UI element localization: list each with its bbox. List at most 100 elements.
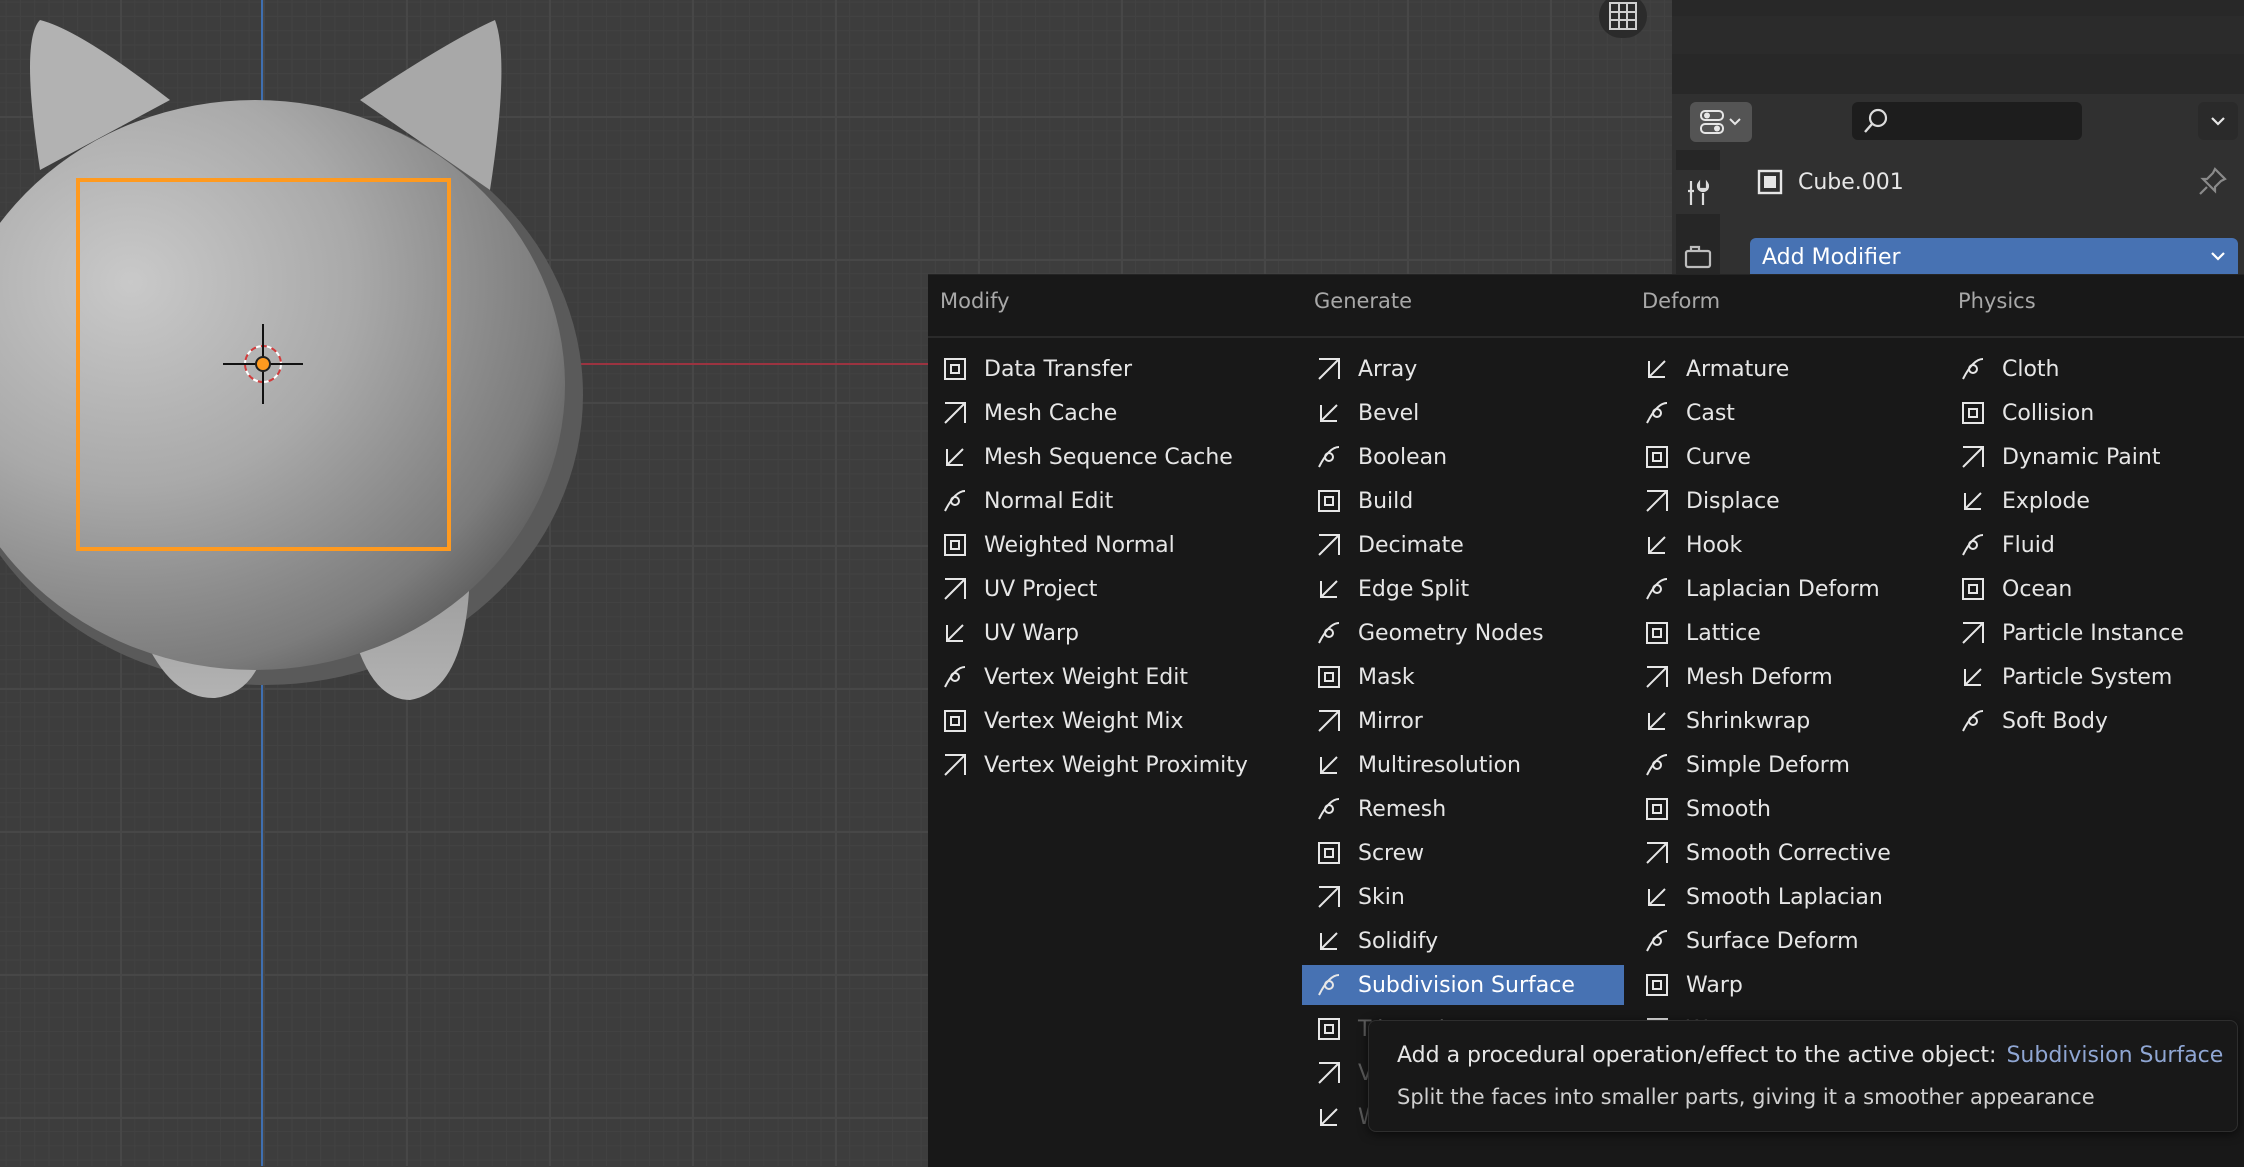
smooth-corrective-icon	[1642, 838, 1672, 868]
hook-icon	[1642, 530, 1672, 560]
triangulate-icon	[1314, 1014, 1344, 1044]
menu-item-build[interactable]: Build	[1302, 481, 1624, 521]
curve-icon	[1642, 442, 1672, 472]
editor-type-button[interactable]	[1690, 102, 1752, 142]
render-icon	[1683, 241, 1713, 271]
menu-item-collision[interactable]: Collision	[1946, 393, 2244, 433]
menu-item-solidify[interactable]: Solidify	[1302, 921, 1624, 961]
tooltip-description: Add a procedural operation/effect to the…	[1397, 1043, 2224, 1068]
menu-item-weighted-normal[interactable]: Weighted Normal	[928, 525, 1288, 565]
menu-item-mesh-cache[interactable]: Mesh Cache	[928, 393, 1288, 433]
menu-item-vertex-weight-proximity[interactable]: Vertex Weight Proximity	[928, 745, 1288, 785]
menu-item-cast[interactable]: Cast	[1630, 393, 1946, 433]
menu-item-array[interactable]: Array	[1302, 349, 1624, 389]
pin-icon[interactable]	[2198, 166, 2228, 196]
menu-item-dynamic-paint[interactable]: Dynamic Paint	[1946, 437, 2244, 477]
options-dropdown-button[interactable]	[2198, 102, 2238, 140]
tooltip-operator: Subdivision Surface	[2006, 1043, 2224, 1068]
mesh-cache-icon	[940, 398, 970, 428]
menu-item-label: Normal Edit	[984, 488, 1114, 514]
menu-item-decimate[interactable]: Decimate	[1302, 525, 1624, 565]
uv-project-icon	[940, 574, 970, 604]
build-icon	[1314, 486, 1344, 516]
menu-item-vertex-weight-edit[interactable]: Vertex Weight Edit	[928, 657, 1288, 697]
menu-item-cloth[interactable]: Cloth	[1946, 349, 2244, 389]
menu-item-simple-deform[interactable]: Simple Deform	[1630, 745, 1946, 785]
menu-item-shrinkwrap[interactable]: Shrinkwrap	[1630, 701, 1946, 741]
menu-item-bevel[interactable]: Bevel	[1302, 393, 1624, 433]
menu-item-label: UV Project	[984, 576, 1098, 602]
menu-item-mask[interactable]: Mask	[1302, 657, 1624, 697]
tool-icon	[1683, 177, 1713, 207]
menu-item-soft-body[interactable]: Soft Body	[1946, 701, 2244, 741]
vertex-weight-edit-icon	[940, 662, 970, 692]
tab-render[interactable]	[1676, 234, 1720, 278]
menu-item-multiresolution[interactable]: Multiresolution	[1302, 745, 1624, 785]
menu-item-mesh-sequence-cache[interactable]: Mesh Sequence Cache	[928, 437, 1288, 477]
menu-item-screw[interactable]: Screw	[1302, 833, 1624, 873]
menu-item-label: Smooth	[1686, 796, 1771, 822]
menu-item-particle-instance[interactable]: Particle Instance	[1946, 613, 2244, 653]
menu-item-particle-system[interactable]: Particle System	[1946, 657, 2244, 697]
menu-item-explode[interactable]: Explode	[1946, 481, 2244, 521]
particle-system-icon	[1958, 662, 1988, 692]
menu-item-laplacian-deform[interactable]: Laplacian Deform	[1630, 569, 1946, 609]
menu-item-smooth[interactable]: Smooth	[1630, 789, 1946, 829]
menu-item-edge-split[interactable]: Edge Split	[1302, 569, 1624, 609]
menu-item-mesh-deform[interactable]: Mesh Deform	[1630, 657, 1946, 697]
menu-item-subdivision-surface[interactable]: Subdivision Surface	[1302, 965, 1624, 1005]
grid-icon	[1608, 1, 1638, 31]
menu-item-label: Mesh Sequence Cache	[984, 444, 1233, 470]
menu-item-curve[interactable]: Curve	[1630, 437, 1946, 477]
menu-item-label: Dynamic Paint	[2002, 444, 2161, 470]
menu-item-label: Soft Body	[2002, 708, 2108, 734]
menu-item-fluid[interactable]: Fluid	[1946, 525, 2244, 565]
chevron-down-icon	[2208, 111, 2228, 131]
menu-item-armature[interactable]: Armature	[1630, 349, 1946, 389]
menu-item-ocean[interactable]: Ocean	[1946, 569, 2244, 609]
array-icon	[1314, 354, 1344, 384]
menu-item-normal-edit[interactable]: Normal Edit	[928, 481, 1288, 521]
menu-item-remesh[interactable]: Remesh	[1302, 789, 1624, 829]
menu-item-mirror[interactable]: Mirror	[1302, 701, 1624, 741]
add-modifier-button[interactable]: Add Modifier	[1750, 238, 2238, 276]
menu-item-label: Warp	[1686, 972, 1743, 998]
menu-column-header-deform: Deform	[1642, 289, 1721, 313]
simple-deform-icon	[1642, 750, 1672, 780]
add-modifier-label: Add Modifier	[1762, 244, 1901, 270]
menu-item-label: Decimate	[1358, 532, 1464, 558]
menu-item-skin[interactable]: Skin	[1302, 877, 1624, 917]
menu-item-hook[interactable]: Hook	[1630, 525, 1946, 565]
armature-icon	[1642, 354, 1672, 384]
menu-item-surface-deform[interactable]: Surface Deform	[1630, 921, 1946, 961]
menu-item-boolean[interactable]: Boolean	[1302, 437, 1624, 477]
edge-split-icon	[1314, 574, 1344, 604]
menu-item-uv-warp[interactable]: UV Warp	[928, 613, 1288, 653]
menu-item-label: Particle Instance	[2002, 620, 2184, 646]
menu-item-displace[interactable]: Displace	[1630, 481, 1946, 521]
menu-item-smooth-corrective[interactable]: Smooth Corrective	[1630, 833, 1946, 873]
uv-warp-icon	[940, 618, 970, 648]
displace-icon	[1642, 486, 1672, 516]
menu-item-warp[interactable]: Warp	[1630, 965, 1946, 1005]
menu-item-vertex-weight-mix[interactable]: Vertex Weight Mix	[928, 701, 1288, 741]
menu-item-label: Subdivision Surface	[1358, 972, 1575, 998]
laplacian-deform-icon	[1642, 574, 1672, 604]
menu-item-label: Fluid	[2002, 532, 2055, 558]
menu-item-label: Vertex Weight Mix	[984, 708, 1184, 734]
menu-item-label: Surface Deform	[1686, 928, 1859, 954]
normal-edit-icon	[940, 486, 970, 516]
tab-tool[interactable]	[1676, 170, 1720, 214]
menu-item-geometry-nodes[interactable]: Geometry Nodes	[1302, 613, 1624, 653]
fluid-icon	[1958, 530, 1988, 560]
menu-item-data-transfer[interactable]: Data Transfer	[928, 349, 1288, 389]
vertex-weight-proximity-icon	[940, 750, 970, 780]
menu-item-label: Multiresolution	[1358, 752, 1521, 778]
menu-item-lattice[interactable]: Lattice	[1630, 613, 1946, 653]
menu-item-smooth-laplacian[interactable]: Smooth Laplacian	[1630, 877, 1946, 917]
weighted-normal-icon	[940, 530, 970, 560]
volume-to-mesh-icon	[1314, 1058, 1344, 1088]
menu-item-uv-project[interactable]: UV Project	[928, 569, 1288, 609]
search-input[interactable]	[1852, 102, 2082, 140]
collision-icon	[1958, 398, 1988, 428]
